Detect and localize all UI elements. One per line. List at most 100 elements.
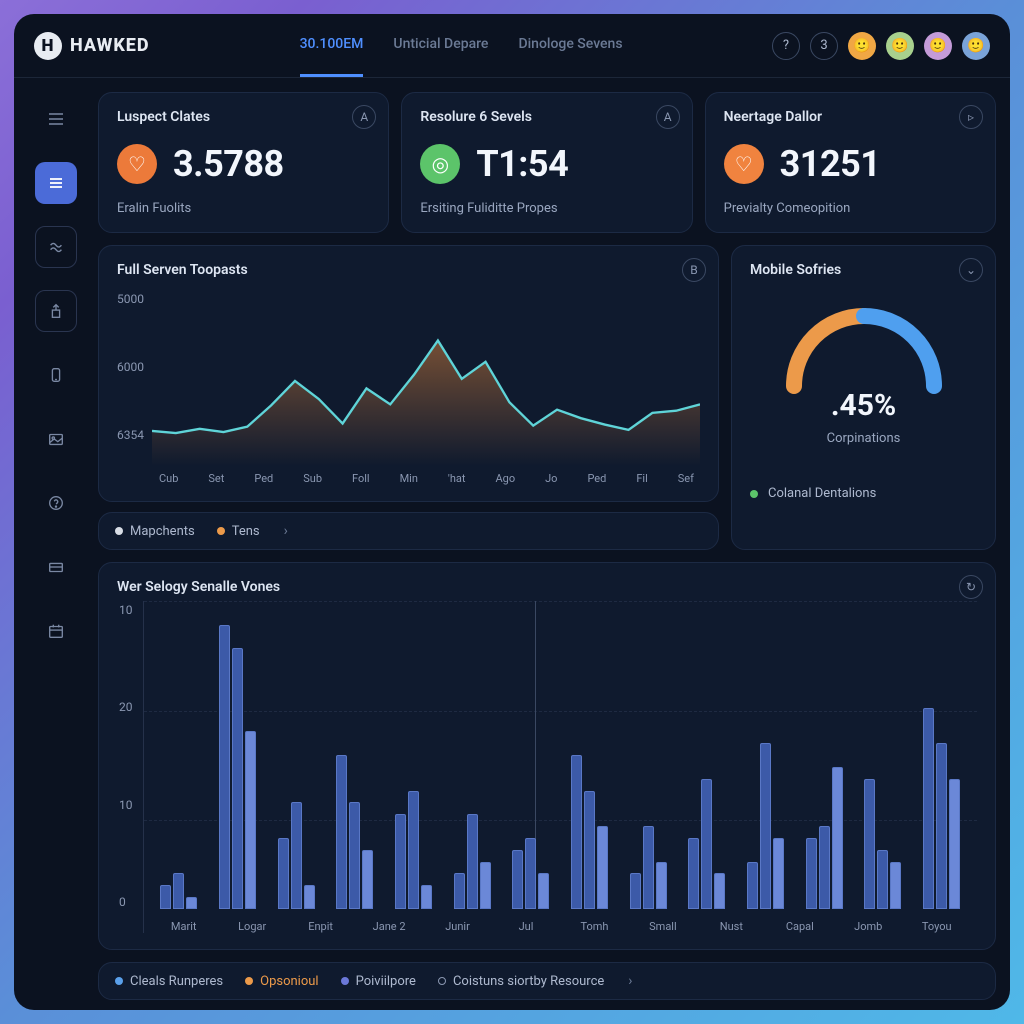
- header-actions: ? 3 🙂 🙂 🙂 🙂: [772, 32, 990, 60]
- legend-item[interactable]: Opsonioul: [245, 974, 318, 989]
- kpi-subtitle: Eralin Fuolits: [117, 201, 370, 216]
- bar: [336, 755, 347, 909]
- line-chart-legend: Mapchents Tens ›: [98, 512, 719, 550]
- plot-area: [152, 286, 700, 466]
- bar: [454, 873, 465, 909]
- heart-icon: ♡: [724, 144, 764, 184]
- bar: [245, 731, 256, 909]
- kpi-card-2: Resolure 6 Sevels A ◎ T1:54 Ersiting Ful…: [401, 92, 692, 233]
- bar: [467, 814, 478, 909]
- bar: [890, 862, 901, 909]
- tab-primary[interactable]: 30.100EM: [300, 14, 364, 77]
- x-axis: CubSetPedSubFollMin'hatAgoJoPedFilSef: [117, 472, 700, 485]
- avatar[interactable]: 🙂: [886, 32, 914, 60]
- card-action-icon[interactable]: A: [352, 105, 376, 129]
- bar: [173, 873, 184, 909]
- sidebar-item-list[interactable]: [35, 98, 77, 140]
- heart-icon: ♡: [117, 144, 157, 184]
- sidebar: [14, 78, 98, 1010]
- legend-item[interactable]: Cleals Runperes: [115, 974, 223, 989]
- card-title: Mobile Sofries: [750, 262, 977, 278]
- bar: [219, 625, 230, 909]
- legend-item[interactable]: Colanal Dentalions: [750, 486, 977, 501]
- bar: [714, 873, 725, 909]
- sidebar-item-calendar[interactable]: [35, 610, 77, 652]
- bar: [304, 885, 315, 909]
- tab-tertiary[interactable]: Dinologe Sevens: [518, 14, 622, 77]
- kpi-value: 31251: [780, 143, 881, 185]
- tab-secondary[interactable]: Unticial Depare: [393, 14, 488, 77]
- bar: [643, 826, 654, 909]
- kpi-row: Luspect Clates A ♡ 3.5788 Eralin Fuolits…: [98, 92, 996, 233]
- bar: [395, 814, 406, 909]
- sidebar-item-card[interactable]: [35, 546, 77, 588]
- legend-item[interactable]: Mapchents: [115, 524, 195, 539]
- chevron-right-icon[interactable]: ›: [628, 973, 632, 989]
- bar: [819, 826, 830, 909]
- sidebar-item-image[interactable]: [35, 418, 77, 460]
- avatar[interactable]: 🙂: [848, 32, 876, 60]
- card-title: Wer Selogy Senalle Vones: [117, 579, 977, 595]
- chevron-down-icon[interactable]: ⌄: [959, 258, 983, 282]
- sidebar-item-dashboard[interactable]: [35, 162, 77, 204]
- card-action-icon[interactable]: ▹: [959, 105, 983, 129]
- line-chart-card: Full Serven Toopasts B 5000 6000 6354: [98, 245, 719, 502]
- bar: [538, 873, 549, 909]
- kpi-subtitle: Previalty Comeopition: [724, 201, 977, 216]
- legend-item[interactable]: Coistuns siortby Resource: [438, 974, 604, 989]
- bar: [349, 802, 360, 909]
- bar: [480, 862, 491, 909]
- bar: [656, 862, 667, 909]
- gauge-value: .45%: [831, 388, 896, 423]
- gauge-card: Mobile Sofries ⌄ .45% Corpinations Colan…: [731, 245, 996, 550]
- bar: [760, 743, 771, 909]
- bar: [597, 826, 608, 909]
- sidebar-item-device[interactable]: [35, 354, 77, 396]
- bar: [877, 850, 888, 909]
- card-action-icon[interactable]: B: [682, 258, 706, 282]
- header-tabs: 30.100EM Unticial Depare Dinologe Sevens: [300, 14, 623, 77]
- sidebar-item-flow[interactable]: [35, 226, 77, 268]
- y-axis: 5000 6000 6354: [117, 286, 152, 466]
- card-action-icon[interactable]: A: [656, 105, 680, 129]
- legend-item[interactable]: Tens: [217, 524, 260, 539]
- chart-row: Full Serven Toopasts B 5000 6000 6354: [98, 245, 996, 550]
- bar: [278, 838, 289, 909]
- bar: [512, 850, 523, 909]
- avatar[interactable]: 🙂: [962, 32, 990, 60]
- legend-item[interactable]: Poiviilpore: [341, 974, 416, 989]
- bar: [232, 648, 243, 909]
- chevron-right-icon[interactable]: ›: [284, 523, 288, 539]
- card-title: Full Serven Toopasts: [117, 262, 700, 278]
- bar: [584, 791, 595, 909]
- bar: [747, 862, 758, 909]
- line-chart: 5000 6000 6354: [117, 286, 700, 466]
- bar-chart-legend: Cleals Runperes Opsonioul Poiviilpore Co…: [98, 962, 996, 1000]
- logo[interactable]: H HAWKED: [34, 32, 150, 60]
- bar: [160, 885, 171, 909]
- notification-badge[interactable]: 3: [810, 32, 838, 60]
- bar: [421, 885, 432, 909]
- kpi-value: 3.5788: [173, 143, 284, 185]
- plot-area: MaritLogarEnpitJane 2JunirJulTomhSmallNu…: [143, 601, 978, 933]
- bar-chart-card: Wer Selogy Senalle Vones ↻ 10 20 10 0: [98, 562, 996, 950]
- kpi-value: T1:54: [476, 143, 568, 185]
- refresh-icon[interactable]: ↻: [959, 575, 983, 599]
- bar: [630, 873, 641, 909]
- logo-icon: H: [34, 32, 62, 60]
- bar: [688, 838, 699, 909]
- gauge-label: Corpinations: [827, 431, 901, 446]
- sidebar-item-upload[interactable]: [35, 290, 77, 332]
- sidebar-item-help[interactable]: [35, 482, 77, 524]
- bar: [864, 779, 875, 909]
- bar: [949, 779, 960, 909]
- bar: [923, 708, 934, 909]
- header: H HAWKED 30.100EM Unticial Depare Dinolo…: [14, 14, 1010, 78]
- app-frame: H HAWKED 30.100EM Unticial Depare Dinolo…: [14, 14, 1010, 1010]
- bar-chart: 10 20 10 0 MaritLogarEnpitJane 2JunirJul…: [117, 601, 977, 933]
- help-icon[interactable]: ?: [772, 32, 800, 60]
- y-axis: 10 20 10 0: [117, 601, 143, 933]
- avatar[interactable]: 🙂: [924, 32, 952, 60]
- kpi-title: Luspect Clates: [117, 109, 370, 125]
- bar: [701, 779, 712, 909]
